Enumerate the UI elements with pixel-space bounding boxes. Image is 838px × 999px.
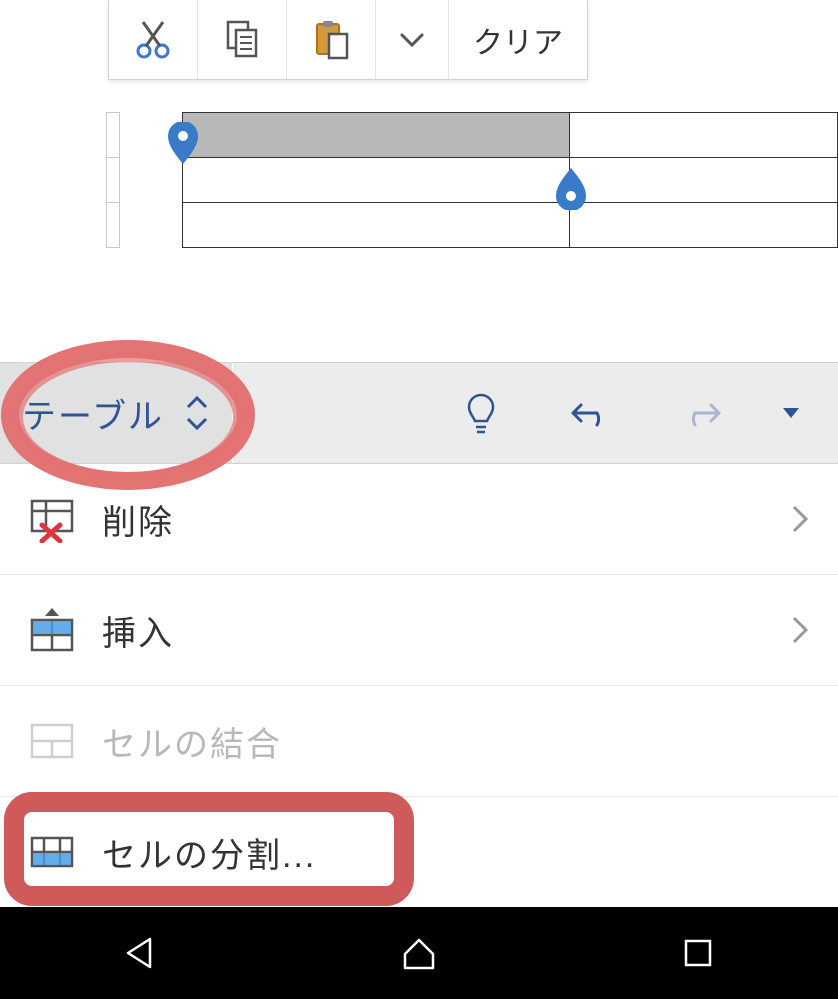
bulb-icon xyxy=(463,391,499,435)
home-icon xyxy=(400,934,438,972)
menu-label: セルの結合 xyxy=(102,717,810,766)
nav-back-button[interactable] xyxy=(118,931,162,975)
menu-item-split-cells[interactable]: セルの分割... xyxy=(0,797,838,907)
selection-context-toolbar: クリア xyxy=(108,0,588,80)
table-cell[interactable] xyxy=(570,203,837,247)
paste-button[interactable] xyxy=(287,0,376,79)
table-row[interactable] xyxy=(182,202,838,248)
table-cell-selected[interactable] xyxy=(183,113,570,157)
expand-icon xyxy=(184,394,210,432)
nav-home-button[interactable] xyxy=(397,931,441,975)
row-markers xyxy=(106,112,120,248)
cells-split-icon xyxy=(28,828,76,876)
table-delete-icon xyxy=(28,495,76,543)
table-insert-icon xyxy=(28,606,76,654)
menu-label: セルの分割... xyxy=(102,828,810,877)
chevron-right-icon xyxy=(790,503,810,535)
table[interactable] xyxy=(182,112,838,248)
copy-icon xyxy=(220,18,264,62)
cells-merge-icon xyxy=(28,717,76,765)
cut-button[interactable] xyxy=(109,0,198,79)
table-cell[interactable] xyxy=(570,158,837,202)
paste-icon xyxy=(309,18,353,62)
menu-item-merge-cells: セルの結合 xyxy=(0,686,838,797)
ribbon-bar: テーブル xyxy=(0,362,838,465)
table-cell[interactable] xyxy=(183,158,570,202)
ribbon-tab-label: テーブル xyxy=(22,389,164,438)
menu-item-insert[interactable]: 挿入 xyxy=(0,575,838,686)
ribbon-more-button[interactable] xyxy=(756,406,826,420)
recent-icon xyxy=(682,937,714,969)
clear-button[interactable]: クリア xyxy=(449,0,587,79)
copy-button[interactable] xyxy=(198,0,287,79)
selection-handle-start[interactable] xyxy=(168,122,198,164)
menu-label: 削除 xyxy=(102,495,790,544)
chevron-down-icon xyxy=(398,26,426,54)
android-nav-bar xyxy=(0,907,838,999)
ribbon-tab-table[interactable]: テーブル xyxy=(0,363,232,463)
menu-item-delete[interactable]: 削除 xyxy=(0,464,838,575)
more-options-button[interactable] xyxy=(376,0,449,79)
menu-label: 挿入 xyxy=(102,606,790,655)
undo-icon xyxy=(569,395,613,431)
table-row[interactable] xyxy=(182,157,838,202)
triangle-down-icon xyxy=(781,406,801,420)
clear-label: クリア xyxy=(473,18,563,62)
table-cell[interactable] xyxy=(183,203,570,247)
chevron-right-icon xyxy=(790,614,810,646)
back-icon xyxy=(122,935,158,971)
undo-button[interactable] xyxy=(536,395,646,431)
document-table-area xyxy=(0,112,838,248)
cut-icon xyxy=(131,18,175,62)
redo-button[interactable] xyxy=(646,395,756,431)
redo-icon xyxy=(679,395,723,431)
table-menu: 削除 挿入 セルの結合 xyxy=(0,464,838,907)
nav-recent-button[interactable] xyxy=(676,931,720,975)
table-row[interactable] xyxy=(182,112,838,157)
tell-me-button[interactable] xyxy=(426,391,536,435)
table-cell[interactable] xyxy=(570,113,837,157)
selection-handle-end[interactable] xyxy=(556,168,586,210)
